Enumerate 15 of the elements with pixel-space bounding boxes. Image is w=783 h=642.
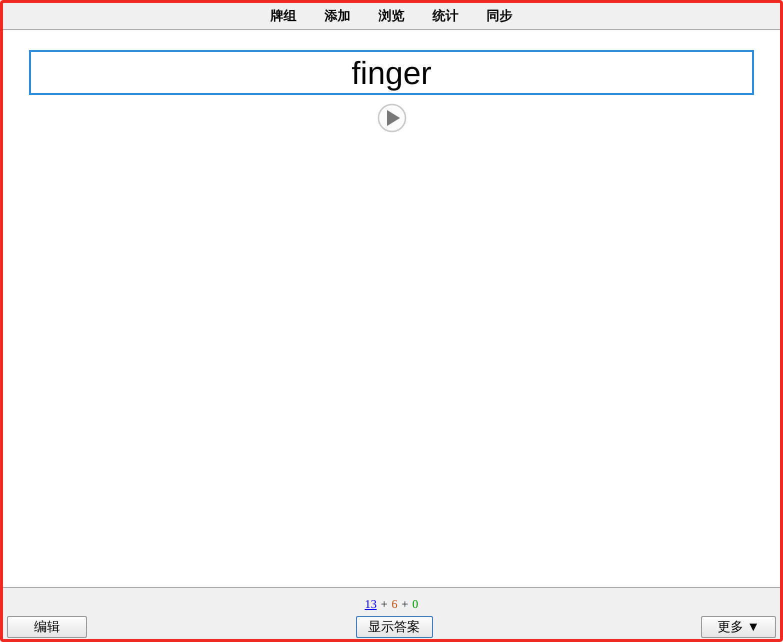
plus-sign: + [380,596,388,613]
nav-link[interactable]: 添加 [324,6,352,26]
nav-link[interactable]: 统计 [432,6,460,26]
more-button[interactable]: 更多 ▼ [701,616,776,638]
answer-field[interactable]: finger [29,50,754,95]
nav-link[interactable]: 浏览 [378,6,406,26]
new-count-link[interactable]: 13 [364,595,377,613]
nav-link[interactable]: 牌组 [270,6,298,26]
card-count: 0 [412,596,418,613]
nav-link[interactable]: 同步 [486,6,514,26]
show-answer-button[interactable]: 显示答案 [356,616,432,638]
edit-button[interactable]: 编辑 [7,616,87,638]
card-count: 6 [392,596,398,613]
play-button[interactable] [376,103,406,133]
plus-sign: + [402,596,408,613]
